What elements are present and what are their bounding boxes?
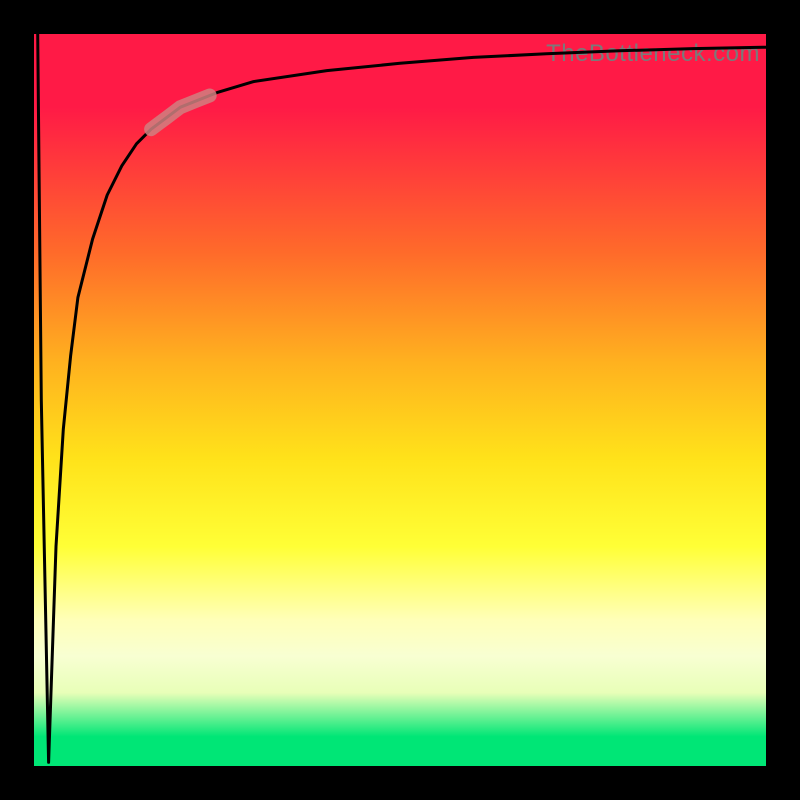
watermark-label: TheBottleneck.com <box>546 40 760 68</box>
curve-layer <box>34 34 766 766</box>
main-curve <box>38 34 766 762</box>
chart-frame: TheBottleneck.com <box>0 0 800 800</box>
plot-area: TheBottleneck.com <box>34 34 766 766</box>
highlight-segment <box>151 96 210 130</box>
